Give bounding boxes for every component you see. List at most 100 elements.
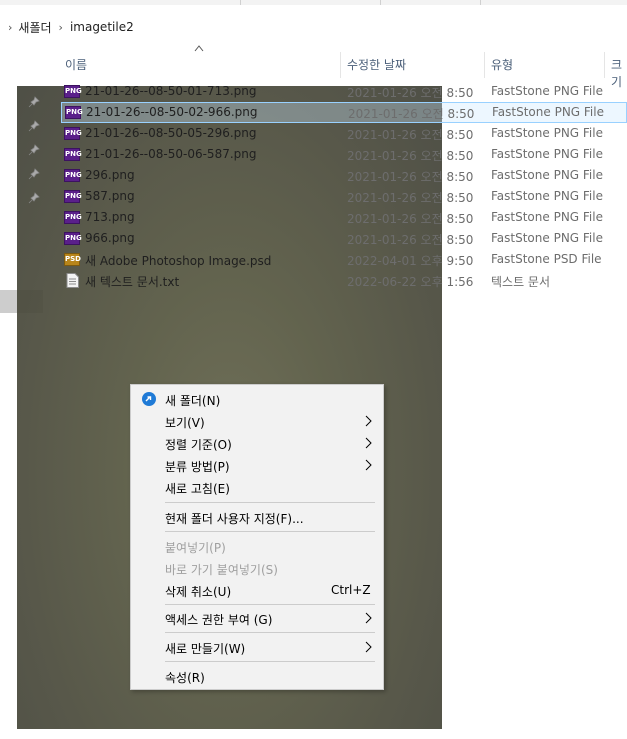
file-type: FastStone PSD File xyxy=(491,252,602,266)
submenu-arrow-icon xyxy=(365,437,372,449)
toolbar-segment xyxy=(240,0,381,5)
submenu-arrow-icon xyxy=(365,612,372,624)
chevron-right-icon[interactable]: › xyxy=(8,21,12,34)
png-file-icon: PNG xyxy=(64,127,82,140)
menu-separator xyxy=(165,502,375,503)
png-file-icon: PNG xyxy=(64,148,82,161)
file-row[interactable]: PNG 713.png 2021-01-26 오전 8:50 FastStone… xyxy=(60,207,627,228)
file-type: FastStone PNG File xyxy=(491,168,603,182)
menu-item-label: 붙여넣기(P) xyxy=(165,541,226,555)
file-row[interactable]: PSD 새 Adobe Photoshop Image.psd 2022-04-… xyxy=(60,249,627,270)
column-header-modified[interactable]: 수정한 날짜 xyxy=(347,56,406,73)
sort-ascending-icon xyxy=(194,45,204,52)
file-row[interactable]: PNG 21-01-26--08-50-01-713.png 2021-01-2… xyxy=(60,81,627,102)
address-bar[interactable]: › 새폴더 › imagetile2 xyxy=(0,14,627,40)
pin-icon[interactable] xyxy=(28,120,40,132)
file-date: 2022-06-22 오후 1:56 xyxy=(347,275,474,289)
file-name: 587.png xyxy=(85,189,135,203)
column-divider[interactable] xyxy=(484,52,485,78)
menu-item-label: 새 폴더(N) xyxy=(165,394,221,408)
breadcrumb-parent[interactable]: 새폴더 xyxy=(18,19,51,36)
file-row[interactable]: PNG 296.png 2021-01-26 오전 8:50 FastStone… xyxy=(60,165,627,186)
menu-separator xyxy=(165,661,375,662)
file-date: 2021-01-26 오전 8:50 xyxy=(347,191,474,205)
file-name: 713.png xyxy=(85,210,135,224)
toolbar-remnant xyxy=(0,0,627,5)
column-header-type[interactable]: 유형 xyxy=(491,56,513,73)
menu-item-label: 삭제 취소(U) xyxy=(165,585,232,599)
menu-item-label: 정렬 기준(O) xyxy=(165,438,232,452)
file-row[interactable]: PNG 21-01-26--08-50-06-587.png 2021-01-2… xyxy=(60,144,627,165)
file-type: FastStone PNG File xyxy=(491,126,603,140)
file-name: 새 Adobe Photoshop Image.psd xyxy=(85,254,272,268)
pin-icon[interactable] xyxy=(28,192,40,204)
text-file-icon xyxy=(66,273,79,288)
file-name: 21-01-26--08-50-01-713.png xyxy=(85,84,257,98)
psd-file-icon: PSD xyxy=(64,253,81,266)
file-date: 2021-01-26 오전 8:50 xyxy=(347,128,474,142)
file-name: 21-01-26--08-50-02-966.png xyxy=(86,105,258,119)
submenu-arrow-icon xyxy=(365,415,372,427)
shortcut-arrow-icon xyxy=(142,392,156,406)
toolbar-segment xyxy=(480,0,627,5)
menu-item-view[interactable]: 보기(V) xyxy=(131,410,383,432)
menu-item-paste-shortcut[interactable]: 바로 가기 붙여넣기(S) xyxy=(131,557,383,579)
menu-item-paste[interactable]: 붙여넣기(P) xyxy=(131,535,383,557)
pin-icon[interactable] xyxy=(28,168,40,180)
menu-item-new[interactable]: 새로 만들기(W) xyxy=(131,636,383,658)
file-row[interactable]: PNG 966.png 2021-01-26 오전 8:50 FastStone… xyxy=(60,228,627,249)
menu-item-sort-by[interactable]: 정렬 기준(O) xyxy=(131,432,383,454)
png-file-icon: PNG xyxy=(64,190,82,203)
file-type: FastStone PNG File xyxy=(491,210,603,224)
menu-item-label: 액세스 권한 부여 (G) xyxy=(165,613,273,627)
png-file-icon: PNG xyxy=(65,106,83,119)
menu-item-label: 속성(R) xyxy=(165,671,205,685)
file-type: FastStone PNG File xyxy=(491,147,603,161)
toolbar-segment xyxy=(380,0,481,5)
column-header-name[interactable]: 이름 xyxy=(65,56,87,73)
file-date: 2021-01-26 오전 8:50 xyxy=(347,170,474,184)
file-name: 새 텍스트 문서.txt xyxy=(85,275,180,289)
menu-item-label: 바로 가기 붙여넣기(S) xyxy=(165,563,278,577)
menu-item-undo-delete[interactable]: 삭제 취소(U) Ctrl+Z xyxy=(131,579,383,601)
menu-item-label: 분류 방법(P) xyxy=(165,460,230,474)
file-type: 텍스트 문서 xyxy=(491,275,551,289)
file-name: 21-01-26--08-50-06-587.png xyxy=(85,147,257,161)
file-type: FastStone PNG File xyxy=(491,231,603,245)
file-row[interactable]: 새 텍스트 문서.txt 2022-06-22 오후 1:56 텍스트 문서 xyxy=(60,270,627,291)
menu-item-group-by[interactable]: 분류 방법(P) xyxy=(131,454,383,476)
pin-icon[interactable] xyxy=(28,144,40,156)
file-date: 2021-01-26 오전 8:50 xyxy=(347,212,474,226)
file-type: FastStone PNG File xyxy=(492,105,604,119)
menu-item-give-access[interactable]: 액세스 권한 부여 (G) xyxy=(131,607,383,629)
menu-item-new-folder[interactable]: 새 폴더(N) xyxy=(131,388,383,410)
menu-item-label: 새로 만들기(W) xyxy=(165,642,246,656)
menu-item-refresh[interactable]: 새로 고침(E) xyxy=(131,476,383,498)
png-file-icon: PNG xyxy=(64,232,82,245)
column-divider[interactable] xyxy=(604,52,605,78)
file-row-selected[interactable]: PNG 21-01-26--08-50-02-966.png 2021-01-2… xyxy=(61,102,627,123)
keyboard-shortcut: Ctrl+Z xyxy=(331,583,371,597)
file-type: FastStone PNG File xyxy=(491,189,603,203)
column-divider[interactable] xyxy=(340,52,341,78)
menu-separator xyxy=(165,632,375,633)
file-date: 2022-04-01 오후 9:50 xyxy=(347,254,474,268)
png-file-icon: PNG xyxy=(64,169,82,182)
png-file-icon: PNG xyxy=(64,85,82,98)
column-header-row: 이름 수정한 날짜 유형 크기 xyxy=(0,52,627,89)
file-date: 2021-01-26 오전 8:50 xyxy=(347,149,474,163)
file-row[interactable]: PNG 587.png 2021-01-26 오전 8:50 FastStone… xyxy=(60,186,627,207)
pin-icon[interactable] xyxy=(28,96,40,108)
file-name: 21-01-26--08-50-05-296.png xyxy=(85,126,257,140)
menu-item-customize-folder[interactable]: 현재 폴더 사용자 지정(F)... xyxy=(131,506,383,528)
file-date: 2021-01-26 오전 8:50 xyxy=(347,233,474,247)
menu-item-properties[interactable]: 속성(R) xyxy=(131,665,383,687)
menu-item-label: 새로 고침(E) xyxy=(165,482,230,496)
file-type: FastStone PNG File xyxy=(491,84,603,98)
breadcrumb-current[interactable]: imagetile2 xyxy=(70,20,134,34)
submenu-arrow-icon xyxy=(365,641,372,653)
file-date: 2021-01-26 오전 8:50 xyxy=(347,86,474,100)
file-row[interactable]: PNG 21-01-26--08-50-05-296.png 2021-01-2… xyxy=(60,123,627,144)
chevron-right-icon[interactable]: › xyxy=(59,21,63,34)
menu-separator xyxy=(165,531,375,532)
